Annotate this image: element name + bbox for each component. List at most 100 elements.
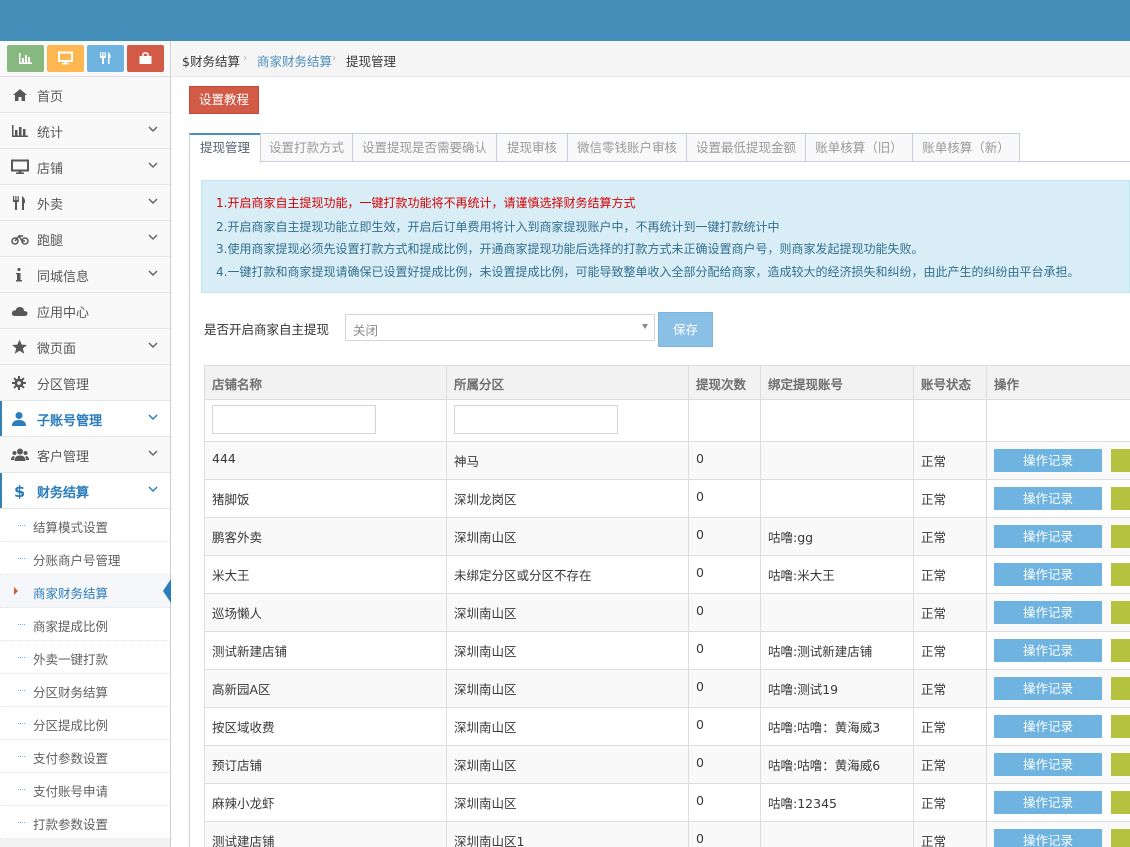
- sidebar-item-sub-account[interactable]: 子账号管理: [0, 401, 170, 437]
- monitor-icon: [11, 159, 29, 174]
- zone-filter-input[interactable]: [454, 405, 618, 434]
- column-header[interactable]: 绑定提现账号: [760, 365, 914, 400]
- active-indicator: [163, 579, 171, 603]
- shortcut-errand-button[interactable]: [127, 45, 164, 72]
- action-button-green[interactable]: [1111, 449, 1130, 472]
- table-cell: 咕噜:12345: [760, 783, 914, 822]
- shortcut-stats-button[interactable]: [7, 45, 44, 72]
- submenu-item[interactable]: 外卖一键打款: [0, 641, 170, 674]
- sidebar-item-label: 统计: [37, 126, 64, 141]
- sidebar-item-micro-page[interactable]: 微页面: [0, 329, 170, 365]
- shop-name-filter-input[interactable]: [212, 405, 376, 434]
- table-cell: 深圳南山区: [446, 517, 689, 556]
- actions-cell: 操作记录: [986, 783, 1130, 822]
- column-header[interactable]: 所属分区: [446, 365, 689, 400]
- submenu-item[interactable]: 打款参数设置: [0, 806, 170, 839]
- tab-withdraw-confirm[interactable]: 设置提现是否需要确认: [352, 133, 497, 162]
- tutorial-button[interactable]: 设置教程: [189, 86, 259, 114]
- submenu-item[interactable]: 商家提成比例: [0, 608, 170, 641]
- column-header[interactable]: 店铺名称: [204, 365, 447, 400]
- save-button[interactable]: 保存: [658, 312, 713, 347]
- tab-payment-method[interactable]: 设置打款方式: [260, 133, 353, 162]
- table-cell: [760, 441, 914, 480]
- submenu-item[interactable]: 分区财务结算: [0, 674, 170, 707]
- bag-icon: [139, 52, 152, 64]
- submenu-item-active[interactable]: 商家财务结算: [0, 575, 171, 608]
- action-button-green[interactable]: [1111, 677, 1130, 700]
- operation-log-button[interactable]: 操作记录: [994, 639, 1102, 662]
- action-button-green[interactable]: [1111, 601, 1130, 624]
- column-header[interactable]: 账号状态: [913, 365, 987, 400]
- sidebar-item-stats[interactable]: 统计: [0, 113, 170, 149]
- table-row: 麻辣小龙虾 深圳南山区 0 咕噜:12345 正常 操作记录: [204, 783, 1130, 822]
- table-cell: 米大王: [204, 555, 447, 594]
- table-cell: 咕噜:咕噜：黄海威3: [760, 707, 914, 746]
- sidebar-item-city-info[interactable]: 同城信息: [0, 257, 170, 293]
- tab-bill-old[interactable]: 账单核算（旧）: [805, 133, 913, 162]
- tab-min-withdraw[interactable]: 设置最低提现金额: [686, 133, 806, 162]
- sidebar-item-errand[interactable]: 跑腿: [0, 221, 170, 257]
- table-cell: 0: [688, 555, 761, 594]
- action-button-green[interactable]: [1111, 829, 1130, 847]
- filter-cell: [760, 399, 914, 442]
- submenu-item[interactable]: 分账商户号管理: [0, 542, 170, 575]
- table-cell: 正常: [913, 593, 987, 632]
- breadcrumb-link[interactable]: 商家财务结算: [257, 51, 332, 70]
- info-alert: 1.开启商家自主提现功能，一键打款功能将不再统计，请谨慎选择财务结算方式 2.开…: [201, 180, 1130, 293]
- tab-bill-new[interactable]: 账单核算（新）: [912, 133, 1020, 162]
- shortcut-takeout-button[interactable]: [87, 45, 124, 72]
- sidebar-item-customers[interactable]: 客户管理: [0, 437, 170, 473]
- action-button-green[interactable]: [1111, 715, 1130, 738]
- table-row: 高新园A区 深圳南山区 0 咕噜:测试19 正常 操作记录: [204, 669, 1130, 708]
- table-cell: 未绑定分区或分区不存在: [446, 555, 689, 594]
- operation-log-button[interactable]: 操作记录: [994, 449, 1102, 472]
- actions-cell: 操作记录: [986, 707, 1130, 746]
- filter-cell: [913, 399, 987, 442]
- chevron-down-icon: [148, 270, 158, 277]
- sidebar-item-label: 分区管理: [37, 378, 90, 393]
- sidebar-item-shop[interactable]: 店铺: [0, 149, 170, 185]
- chevron-down-icon: [148, 450, 158, 457]
- sidebar-item-finance[interactable]: $ 财务结算: [0, 473, 170, 509]
- withdraw-toggle-select[interactable]: 关闭: [345, 314, 655, 341]
- action-button-green[interactable]: [1111, 563, 1130, 586]
- tab-wechat-review[interactable]: 微信零钱账户审核: [567, 133, 687, 162]
- tab-withdraw-review[interactable]: 提现审核: [496, 133, 568, 162]
- action-button-green[interactable]: [1111, 525, 1130, 548]
- table-cell: 咕噜:米大王: [760, 555, 914, 594]
- operation-log-button[interactable]: 操作记录: [994, 487, 1102, 510]
- column-header: 操作: [986, 365, 1130, 400]
- operation-log-button[interactable]: 操作记录: [994, 563, 1102, 586]
- operation-log-button[interactable]: 操作记录: [994, 753, 1102, 776]
- submenu-item-label: 支付账号申请: [33, 784, 109, 799]
- sidebar-item-app-center[interactable]: 应用中心: [0, 293, 170, 329]
- select-value: 关闭: [353, 323, 379, 338]
- breadcrumb-root[interactable]: $财务结算: [182, 51, 240, 70]
- submenu-item[interactable]: 支付账号申请: [0, 773, 170, 806]
- action-button-green[interactable]: [1111, 753, 1130, 776]
- operation-log-button[interactable]: 操作记录: [994, 601, 1102, 624]
- sidebar-item-takeout[interactable]: 外卖: [0, 185, 170, 221]
- sidebar-item-zone-manage[interactable]: 分区管理: [0, 365, 170, 401]
- operation-log-button[interactable]: 操作记录: [994, 715, 1102, 738]
- action-button-green[interactable]: [1111, 791, 1130, 814]
- operation-log-button[interactable]: 操作记录: [994, 525, 1102, 548]
- operation-log-button[interactable]: 操作记录: [994, 677, 1102, 700]
- dollar-icon: $: [182, 54, 190, 69]
- shortcut-shop-button[interactable]: [47, 45, 84, 72]
- sidebar-item-label: 外卖: [37, 198, 64, 213]
- operation-log-button[interactable]: 操作记录: [994, 829, 1102, 847]
- bar-chart-icon: [12, 125, 28, 137]
- column-header[interactable]: 提现次数: [688, 365, 761, 400]
- action-button-green[interactable]: [1111, 487, 1130, 510]
- tab-withdraw-manage[interactable]: 提现管理: [189, 133, 261, 163]
- operation-log-button[interactable]: 操作记录: [994, 791, 1102, 814]
- submenu-item[interactable]: 分区提成比例: [0, 707, 170, 740]
- sidebar-item-home[interactable]: 首页: [0, 77, 170, 113]
- submenu-item-label: 外卖一键打款: [33, 652, 109, 667]
- submenu-item[interactable]: 结算模式设置: [0, 509, 170, 542]
- action-button-green[interactable]: [1111, 639, 1130, 662]
- table-cell: 0: [688, 783, 761, 822]
- submenu-item[interactable]: 支付参数设置: [0, 740, 170, 773]
- cutlery-icon: [13, 196, 26, 210]
